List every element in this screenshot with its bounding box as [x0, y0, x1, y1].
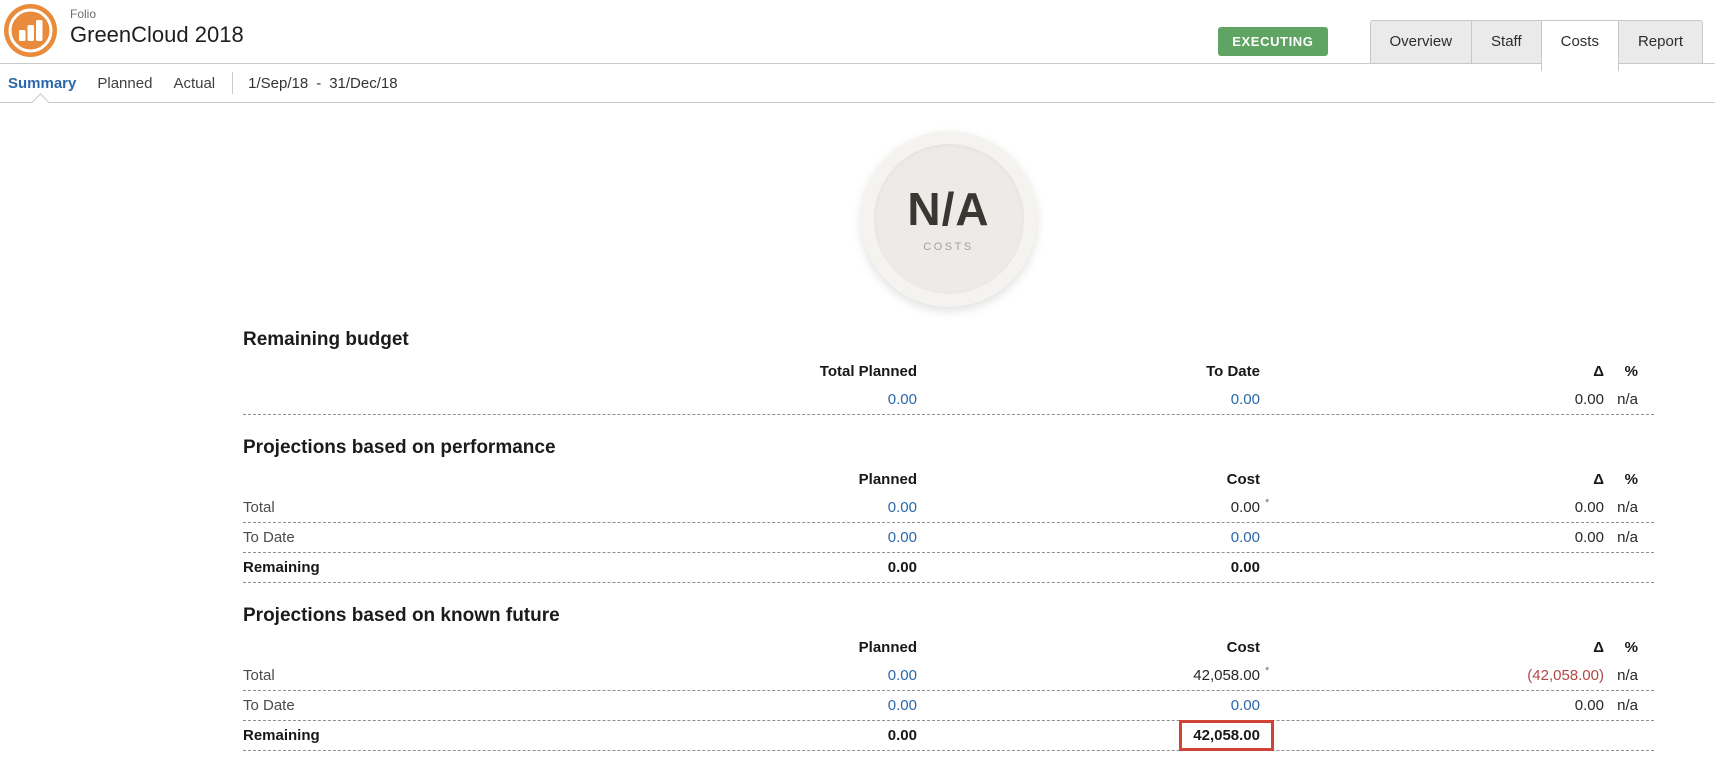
tab-staff[interactable]: Staff — [1472, 21, 1542, 63]
table-row: 0.00 0.00 0.00 n/a — [243, 385, 1654, 415]
table-header-row: Planned Cost Δ % — [243, 633, 1654, 661]
costs-gauge-inner: N/A COSTS — [874, 144, 1024, 294]
tab-costs[interactable]: Costs — [1541, 21, 1619, 71]
row-label: Remaining — [243, 559, 543, 576]
planned-value-link[interactable]: 0.00 — [888, 529, 917, 546]
highlighted-remaining-cost: 42,058.00 — [1179, 720, 1274, 751]
cost-value-link[interactable]: 0.00 — [1231, 529, 1260, 546]
table-row-to-date: To Date 0.00 0.00 0.00 n/a — [243, 691, 1654, 721]
section-title: Remaining budget — [243, 329, 1654, 351]
subnav-item-summary[interactable]: Summary — [8, 75, 76, 92]
delta-value: 0.00 — [1280, 697, 1604, 714]
title-block: Folio GreenCloud 2018 — [70, 0, 244, 63]
costs-subnav: Summary Planned Actual 1/Sep/18 - 31/Dec… — [0, 64, 1715, 103]
section-projections-known-future: Projections based on known future Planne… — [243, 605, 1654, 751]
column-header-total-planned: Total Planned — [543, 363, 917, 380]
column-header-cost: Cost — [917, 639, 1260, 656]
planned-value-link[interactable]: 0.00 — [888, 667, 917, 684]
column-header-delta: Δ — [1280, 639, 1604, 656]
percent-value: n/a — [1604, 667, 1638, 684]
tab-report[interactable]: Report — [1619, 21, 1702, 63]
page-title: GreenCloud 2018 — [70, 21, 244, 48]
column-header-delta: Δ — [1280, 363, 1604, 380]
gauge-label: COSTS — [923, 241, 973, 253]
app-header: Folio GreenCloud 2018 EXECUTING Overview… — [0, 0, 1715, 64]
section-remaining-budget: Remaining budget Total Planned To Date Δ… — [243, 329, 1654, 415]
delta-value: 0.00 — [1280, 499, 1604, 516]
total-planned-value-link[interactable]: 0.00 — [888, 391, 917, 408]
row-label: Total — [243, 499, 543, 516]
cost-value: 42,058.00 — [917, 667, 1260, 684]
column-header-percent: % — [1604, 363, 1638, 380]
table-row-total: Total 0.00 0.00 * 0.00 n/a — [243, 493, 1654, 523]
percent-value: n/a — [1604, 697, 1638, 714]
row-label: To Date — [243, 697, 543, 714]
column-header-percent: % — [1604, 471, 1638, 488]
table-row-total: Total 0.00 42,058.00 * (42,058.00) n/a — [243, 661, 1654, 691]
cost-value: 0.00 — [917, 499, 1260, 516]
folio-logo-icon — [4, 4, 57, 57]
percent-value: n/a — [1604, 391, 1638, 408]
column-header-planned: Planned — [543, 471, 917, 488]
app-label: Folio — [70, 7, 244, 21]
section-title: Projections based on performance — [243, 437, 1654, 459]
row-label: To Date — [243, 529, 543, 546]
planned-value: 0.00 — [543, 559, 917, 576]
table-header-row: Planned Cost Δ % — [243, 465, 1654, 493]
percent-value: n/a — [1604, 499, 1638, 516]
tab-overview[interactable]: Overview — [1371, 21, 1473, 63]
section-projections-performance: Projections based on performance Planned… — [243, 437, 1654, 583]
planned-value-link[interactable]: 0.00 — [888, 697, 917, 714]
subnav-item-planned[interactable]: Planned — [97, 75, 152, 92]
column-header-delta: Δ — [1280, 471, 1604, 488]
planned-value: 0.00 — [543, 727, 917, 744]
table-row-remaining: Remaining 0.00 42,058.00 — [243, 721, 1654, 751]
to-date-value-link[interactable]: 0.00 — [1231, 391, 1260, 408]
main-tab-bar: Overview Staff Costs Report — [1370, 20, 1703, 64]
table-row-to-date: To Date 0.00 0.00 0.00 n/a — [243, 523, 1654, 553]
cost-value-link[interactable]: 0.00 — [1231, 697, 1260, 714]
table-header-row: Total Planned To Date Δ % — [243, 357, 1654, 385]
footnote-asterisk: * — [1265, 497, 1269, 509]
date-range: 1/Sep/18 - 31/Dec/18 — [248, 75, 397, 92]
percent-value: n/a — [1604, 529, 1638, 546]
costs-gauge: N/A COSTS — [861, 131, 1037, 307]
column-header-planned: Planned — [543, 639, 917, 656]
delta-value: 0.00 — [1280, 391, 1604, 408]
status-badge[interactable]: EXECUTING — [1218, 27, 1327, 56]
subnav-item-actual[interactable]: Actual — [173, 75, 215, 92]
row-label: Remaining — [243, 727, 543, 744]
costs-summary-content: N/A COSTS Remaining budget Total Planned… — [243, 131, 1654, 751]
row-label: Total — [243, 667, 543, 684]
column-header-cost: Cost — [917, 471, 1260, 488]
column-header-to-date: To Date — [917, 363, 1260, 380]
active-subnav-notch — [31, 93, 49, 111]
section-title: Projections based on known future — [243, 605, 1654, 627]
gauge-value: N/A — [907, 186, 989, 232]
cost-value: 0.00 — [917, 559, 1260, 576]
date-range-end: 31/Dec/18 — [329, 75, 397, 92]
footnote-asterisk: * — [1265, 665, 1269, 677]
date-range-start: 1/Sep/18 — [248, 75, 308, 92]
column-header-percent: % — [1604, 639, 1638, 656]
table-row-remaining: Remaining 0.00 0.00 — [243, 553, 1654, 583]
planned-value-link[interactable]: 0.00 — [888, 499, 917, 516]
subnav-divider — [232, 72, 233, 94]
date-range-separator: - — [316, 75, 321, 92]
delta-value-negative: (42,058.00) — [1280, 667, 1604, 684]
delta-value: 0.00 — [1280, 529, 1604, 546]
